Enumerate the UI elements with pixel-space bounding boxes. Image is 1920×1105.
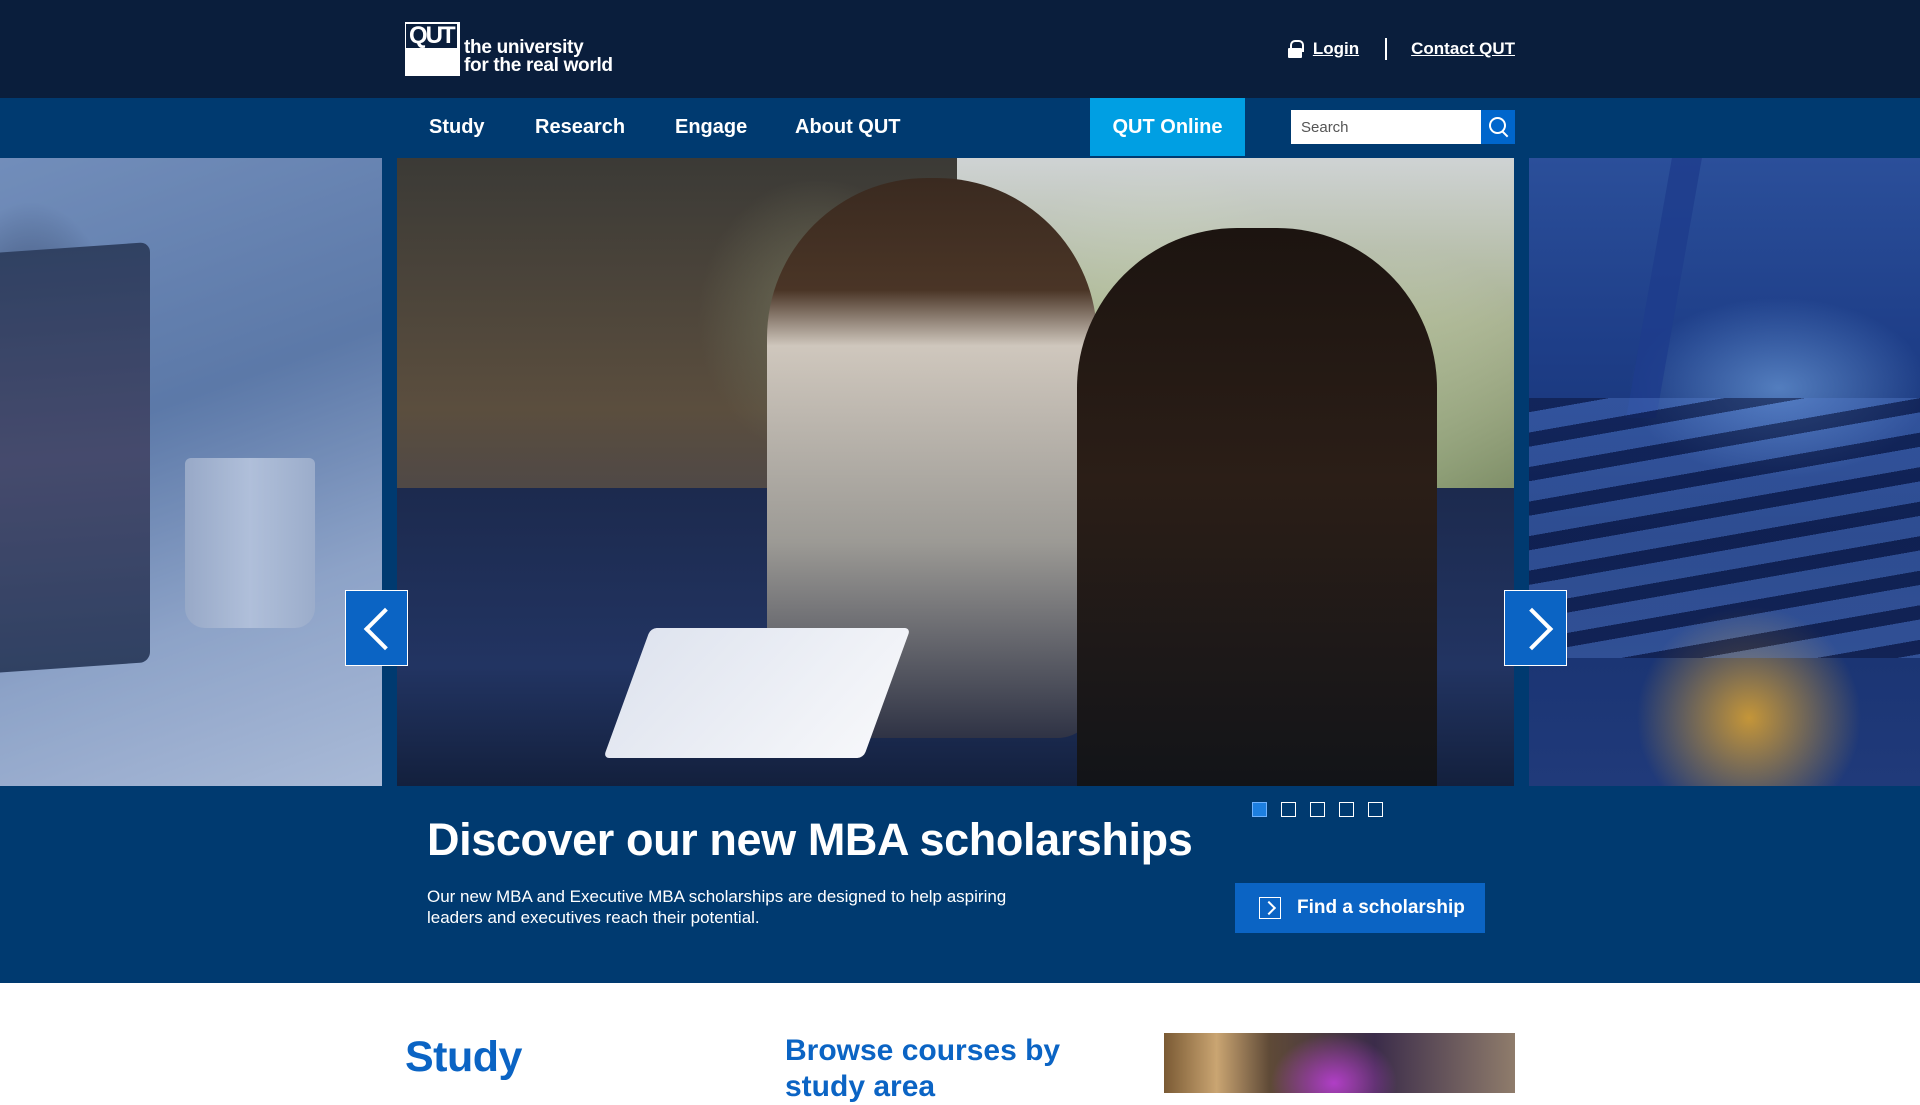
nav-item-about-qut[interactable]: About QUT [795, 98, 901, 156]
find-scholarship-button[interactable]: Find a scholarship [1235, 883, 1485, 933]
search-button[interactable] [1481, 110, 1515, 144]
contact-qut-link[interactable]: Contact QUT [1411, 39, 1515, 59]
qut-logo-tagline: the university for the real world [464, 38, 613, 76]
study-promo-image[interactable] [1164, 1033, 1515, 1093]
logo-tagline-line2: for the real world [464, 55, 613, 76]
carousel-dot-2[interactable] [1281, 802, 1296, 817]
laptop-open-image-detail [603, 628, 911, 758]
qut-logo[interactable]: QUT the university for the real world [405, 22, 613, 76]
find-scholarship-label: Find a scholarship [1297, 897, 1465, 918]
carousel-next-button[interactable] [1504, 590, 1567, 666]
login-link[interactable]: Login [1313, 39, 1359, 59]
woman-listening-image-detail [1077, 228, 1437, 786]
carousel-slide-active-image [397, 158, 1514, 786]
utility-divider [1385, 38, 1388, 60]
carousel-dot-3[interactable] [1310, 802, 1325, 817]
nav-item-research[interactable]: Research [535, 98, 625, 156]
search-form [1291, 110, 1515, 144]
carousel-dot-4[interactable] [1339, 802, 1354, 817]
carousel-pagination [1252, 802, 1397, 817]
study-heading: Study [405, 1033, 522, 1081]
carousel-prev-button[interactable] [345, 590, 408, 666]
carousel-dot-1[interactable] [1252, 802, 1267, 817]
slide-description: Our new MBA and Executive MBA scholarshi… [427, 887, 1007, 927]
browse-courses-heading[interactable]: Browse courses by study area [785, 1033, 1085, 1105]
hero-carousel: Discover our new MBA scholarships Our ne… [0, 156, 1920, 983]
qut-online-button[interactable]: QUT Online [1090, 98, 1245, 156]
slide-tint-overlay [0, 158, 382, 786]
qut-logo-mark: QUT [405, 22, 460, 76]
lower-section: Study Browse courses by study area [0, 983, 1920, 1103]
search-input[interactable] [1291, 110, 1481, 144]
carousel-dot-5[interactable] [1368, 802, 1383, 817]
carousel-slide-previous-image[interactable] [0, 158, 382, 786]
lock-icon [1287, 40, 1304, 58]
gaming-rows-image-detail [1529, 398, 1920, 658]
utility-links: Login Contact QUT [1287, 38, 1515, 60]
nav-item-engage[interactable]: Engage [675, 98, 747, 156]
slide-title: Discover our new MBA scholarships [427, 814, 1193, 865]
arrow-right-box-icon [1259, 897, 1281, 919]
top-header: QUT the university for the real world Lo… [0, 0, 1920, 98]
qut-logo-mark-text: QUT [406, 24, 457, 48]
carousel-slide-next-image[interactable] [1529, 158, 1920, 786]
nav-item-study[interactable]: Study [429, 98, 485, 156]
main-nav: Study Research Engage About QUT QUT Onli… [0, 98, 1920, 156]
beam-image-detail [1626, 158, 1702, 418]
